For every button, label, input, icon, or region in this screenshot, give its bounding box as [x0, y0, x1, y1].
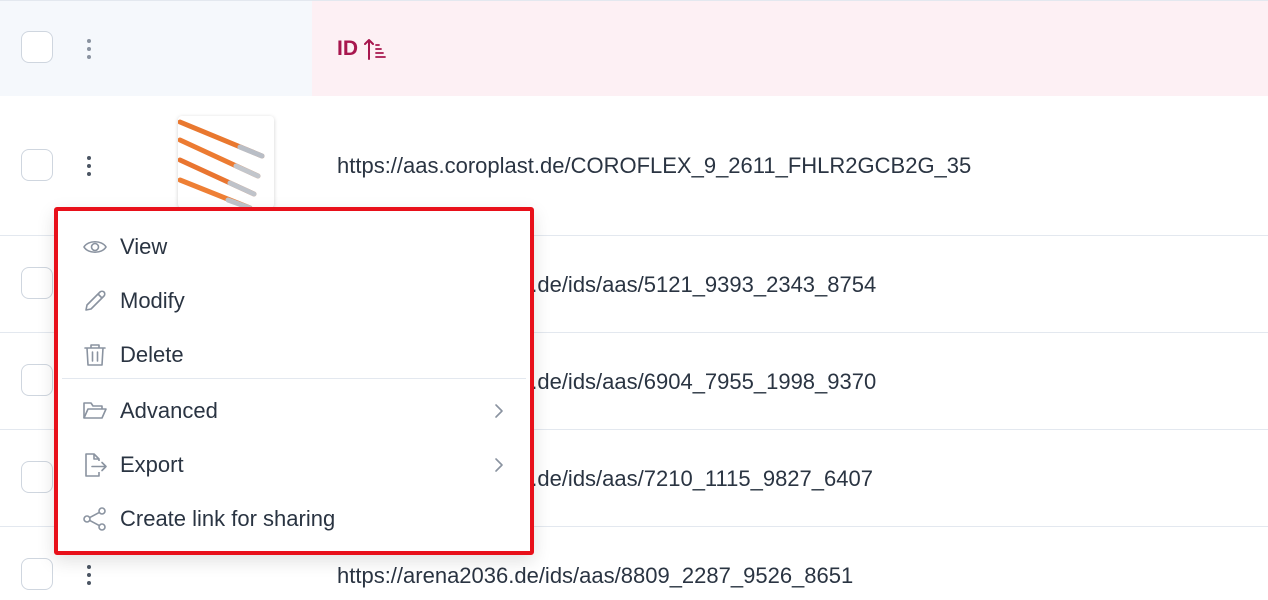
row-context-menu: View Modify Delete Advanced Export Creat… [54, 207, 534, 555]
menu-item-label: Create link for sharing [120, 506, 336, 531]
menu-item-label: Delete [120, 342, 184, 367]
sort-ascending-icon [364, 39, 386, 60]
folder-open-icon [82, 398, 108, 424]
row-checkbox[interactable] [21, 558, 53, 590]
eye-icon [82, 234, 108, 260]
pencil-icon [82, 288, 108, 314]
header-id-cell [312, 1, 1268, 96]
menu-item-label: View [120, 234, 168, 259]
table-header: ID [0, 0, 1268, 96]
row-id: 6.de/ids/aas/7210_1115_9827_6407 [519, 466, 873, 491]
row-checkbox[interactable] [21, 461, 53, 493]
trash-icon [82, 342, 108, 368]
row-id: https://arena2036.de/ids/aas/8809_2287_9… [337, 563, 854, 588]
row-more-icon[interactable] [80, 561, 98, 591]
menu-item-delete[interactable]: Delete [58, 332, 530, 378]
id-column-header[interactable]: ID [337, 37, 386, 61]
row-checkbox[interactable] [21, 267, 53, 299]
menu-item-share-link[interactable]: Create link for sharing [58, 496, 530, 542]
menu-item-view[interactable]: View [58, 224, 530, 270]
row-id: 6.de/ids/aas/5121_9393_2343_8754 [519, 272, 877, 297]
select-all-checkbox[interactable] [21, 31, 53, 63]
menu-item-label: Advanced [120, 398, 218, 423]
file-export-icon [82, 452, 108, 478]
chevron-right-icon [492, 401, 506, 421]
product-thumbnail [178, 116, 274, 208]
menu-item-label: Export [120, 452, 184, 477]
menu-item-label: Modify [120, 288, 185, 313]
menu-item-export[interactable]: Export [58, 442, 530, 488]
row-more-icon[interactable] [80, 152, 98, 182]
row-id: https://aas.coroplast.de/COROFLEX_9_2611… [337, 153, 972, 178]
menu-item-modify[interactable]: Modify [58, 278, 530, 324]
menu-item-advanced[interactable]: Advanced [58, 388, 530, 434]
chevron-right-icon [492, 455, 506, 475]
row-checkbox[interactable] [21, 364, 53, 396]
header-more-icon[interactable] [80, 35, 98, 65]
aas-table: ID https://aas.coroplast.de/COROFLEX_9_2… [0, 0, 1268, 600]
row-checkbox[interactable] [21, 149, 53, 181]
id-column-label: ID [337, 37, 358, 60]
menu-divider [62, 378, 526, 379]
row-id: 6.de/ids/aas/6904_7955_1998_9370 [519, 369, 877, 394]
share-icon [82, 506, 108, 532]
